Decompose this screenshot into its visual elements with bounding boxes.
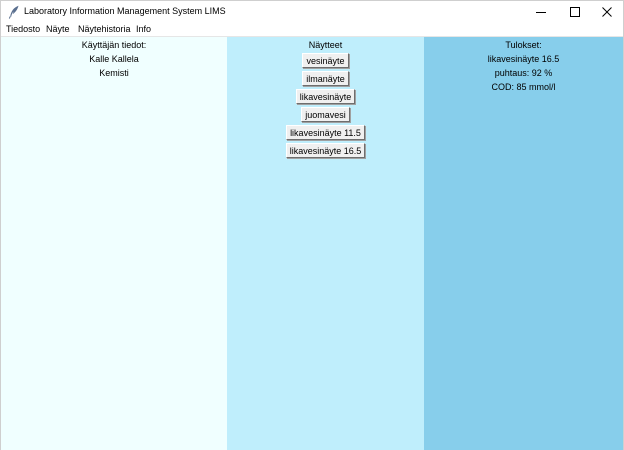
sample-button-likavesinayte-16-5[interactable]: likavesinäyte 16.5 [285,143,366,158]
user-role: Kemisti [99,68,129,78]
menu-naytehistoria[interactable]: Näytehistoria [78,24,131,34]
result-sample-name: likavesinäyte 16.5 [487,54,560,64]
samples-panel: Näytteet vesinäyte ilmanäyte likavesinäy… [227,37,424,450]
sample-button-ilmanayte[interactable]: ilmanäyte [302,71,349,86]
app-window: Laboratory Information Management System… [0,0,624,450]
minimize-icon [536,12,546,13]
menu-tiedosto[interactable]: Tiedosto [6,24,40,34]
result-purity: puhtaus: 92 % [494,68,553,78]
sample-button-vesinayte[interactable]: vesinäyte [302,53,349,68]
title-bar[interactable]: Laboratory Information Management System… [1,1,623,23]
sample-button-likavesinayte[interactable]: likavesinäyte [295,89,356,104]
maximize-icon [570,7,580,17]
user-name: Kalle Kallela [89,54,139,64]
sample-button-likavesinayte-11-5[interactable]: likavesinäyte 11.5 [286,125,365,140]
window-title: Laboratory Information Management System… [24,6,226,16]
menu-nayte[interactable]: Näyte [46,24,70,34]
user-info-panel: Käyttäjän tiedot: Kalle Kallela Kemisti [1,37,227,450]
sample-button-list: vesinäyte ilmanäyte likavesinäyte juomav… [227,52,424,160]
result-cod: COD: 85 mmol/l [491,82,556,92]
menu-info[interactable]: Info [136,24,151,34]
results-heading: Tulokset: [505,40,542,50]
results-panel: Tulokset: likavesinäyte 16.5 puhtaus: 92… [424,37,623,450]
user-info-heading: Käyttäjän tiedot: [81,40,147,50]
close-icon [602,7,612,17]
close-button[interactable] [591,1,623,23]
samples-heading: Näytteet [308,40,343,50]
menu-bar: Tiedosto Näyte Näytehistoria Info [1,23,623,37]
maximize-button[interactable] [559,1,591,23]
sample-button-juomavesi[interactable]: juomavesi [301,107,350,122]
feather-icon [8,5,20,19]
minimize-button[interactable] [525,1,557,23]
